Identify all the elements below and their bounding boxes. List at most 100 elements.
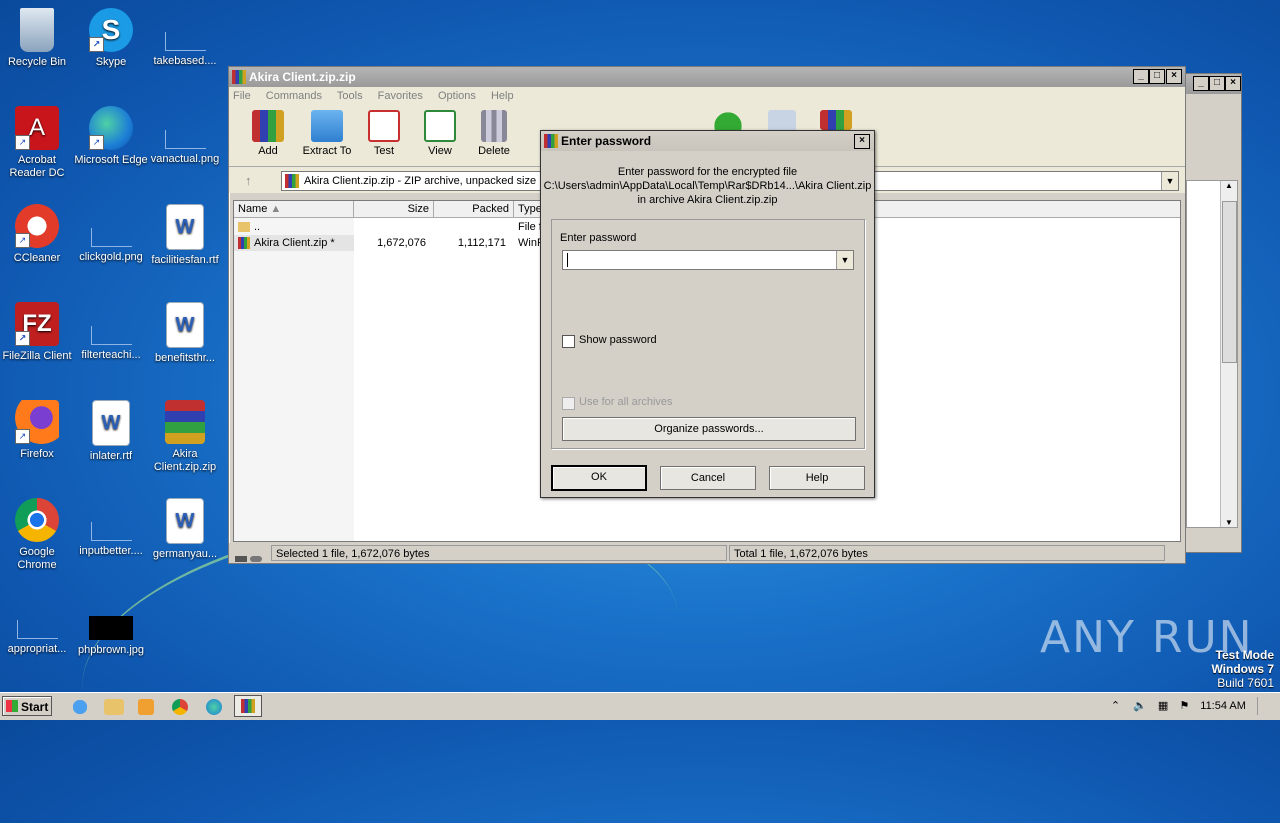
view-book-icon [424,110,456,142]
desktop-icon-label: phpbrown.jpg [77,644,145,656]
tray-expand-icon[interactable]: ⌃ [1111,700,1120,712]
desktop-icon-label: clickgold.png [79,251,143,263]
desktop-icon-facilitiesfan[interactable]: W facilitiesfan.rtf [148,204,222,267]
cancel-button[interactable]: Cancel [660,466,756,490]
winrar-archive-icon [165,400,205,444]
scroll-down-icon[interactable]: ▼ [1221,518,1237,527]
word-doc-icon: W [92,400,130,446]
drive-icon [235,549,265,562]
dialog-titlebar[interactable]: Enter password × [541,131,874,151]
dialog-message: Enter password for the encrypted file C:… [541,165,874,207]
organize-passwords-button[interactable]: Organize passwords... [562,417,856,441]
close-icon[interactable]: × [854,134,870,149]
chevron-down-icon[interactable]: ▼ [1161,172,1178,190]
row-size: 1,672,076 [377,237,426,249]
desktop-icon-vanactual[interactable]: vanactual.png [148,106,222,166]
message-path: C:\Users\admin\AppData\Local\Temp\Rar$DR… [543,180,872,192]
use-for-all-archives-checkbox[interactable] [562,397,575,410]
desktop-icon-edge[interactable]: ↗ Microsoft Edge [74,106,148,167]
system-tray: ⌃ 🔈 ▦ ⚑ 11:54 AM [1111,695,1280,717]
chrome-taskbar-icon[interactable] [172,699,188,715]
menu-favorites[interactable]: Favorites [378,90,423,102]
desktop-icon-label: Skype [95,56,127,68]
menu-file[interactable]: File [233,90,251,102]
winrar-taskbar-button[interactable] [234,695,262,717]
desktop-icon-akira-zip[interactable]: Akira Client.zip.zip [148,400,222,474]
add-button[interactable]: Add [237,110,299,157]
message-line: in archive Akira Client.zip.zip [637,194,778,206]
password-input[interactable]: ▼ [562,250,854,270]
view-button[interactable]: View [409,110,471,157]
desktop-icon-phpbrown[interactable]: phpbrown.jpg [74,596,148,657]
desktop-icon-filterteachi[interactable]: filterteachi... [74,302,148,362]
winrar-titlebar[interactable]: Akira Client.zip.zip _ □ × [229,67,1185,87]
delete-button[interactable]: Delete [463,110,525,157]
scroll-up-icon[interactable]: ▲ [1221,181,1237,190]
window-title: Akira Client.zip.zip [249,70,356,84]
show-desktop-button[interactable] [1257,697,1268,716]
status-bar: Selected 1 file, 1,672,076 bytes Total 1… [229,543,1185,563]
ok-button[interactable]: OK [551,465,647,491]
desktop-icon-skype[interactable]: S ↗ Skype [74,8,148,69]
desktop-icon-appropriat[interactable]: appropriat... [0,596,74,656]
desktop-icon-inputbetter[interactable]: inputbetter.... [74,498,148,558]
desktop-icon-takebased[interactable]: takebased.... [148,8,222,68]
clock-time[interactable]: 11:54 AM [1200,700,1246,712]
desktop-icon-chrome[interactable]: Google Chrome [0,498,74,572]
scrollbar[interactable]: ▲ ▼ [1220,181,1237,527]
up-arrow-icon[interactable]: ↑ [245,173,252,188]
show-password-checkbox[interactable] [562,335,575,348]
desktop-icon-firefox[interactable]: ↗ Firefox [0,400,74,461]
desktop-icon-clickgold[interactable]: clickgold.png [74,204,148,264]
close-icon[interactable]: × [1225,76,1241,91]
winrar-icon [544,134,558,148]
menu-help[interactable]: Help [491,90,514,102]
menu-tools[interactable]: Tools [337,90,363,102]
explorer-folder-icon[interactable] [104,699,124,715]
desktop-icon-recycle-bin[interactable]: Recycle Bin [0,8,74,69]
file-icon [164,130,206,149]
edge-taskbar-icon[interactable] [206,699,222,715]
col-size[interactable]: Size [354,201,434,217]
minimize-icon[interactable]: _ [1133,69,1149,84]
volume-icon[interactable]: 🔈 [1133,700,1147,712]
password-dialog[interactable]: Enter password × Enter password for the … [540,130,875,498]
minimize-icon[interactable]: _ [1193,76,1209,91]
flag-icon[interactable]: ⚑ [1179,700,1189,712]
recycle-bin-icon [20,8,54,52]
chevron-down-icon[interactable]: ▼ [836,251,853,269]
desktop-icon-inlater[interactable]: W inlater.rtf [74,400,148,463]
desktop-icon-filezilla[interactable]: FZ ↗ FileZilla Client [0,302,74,363]
scroll-thumb[interactable] [1222,201,1237,363]
close-icon[interactable]: × [1166,69,1182,84]
desktop-icon-acrobat[interactable]: A ↗ Acrobat Reader DC [0,106,74,180]
desktop-icon-label: CCleaner [13,252,61,264]
extract-to-button[interactable]: Extract To [296,110,358,157]
desktop-icon-label: germanyau... [152,548,218,560]
menu-commands[interactable]: Commands [266,90,322,102]
help-button[interactable]: Help [769,466,865,490]
desktop-icon-benefitsthr[interactable]: W benefitsthr... [148,302,222,365]
network-icon[interactable]: ▦ [1158,700,1168,712]
desktop-icon-ccleaner[interactable]: ↗ CCleaner [0,204,74,265]
media-player-icon[interactable] [138,699,154,715]
message-line: Enter password for the encrypted file [617,166,798,178]
col-packed[interactable]: Packed [434,201,514,217]
test-button[interactable]: Test [353,110,415,157]
background-window-list: ▲ ▼ [1186,180,1238,528]
maximize-icon[interactable]: □ [1209,76,1225,91]
desktop-icon-germanyau[interactable]: W germanyau... [148,498,222,561]
maximize-icon[interactable]: □ [1149,69,1165,84]
text-caret [567,253,568,267]
start-button[interactable]: Start [2,696,52,716]
extract-folder-icon [311,110,343,142]
winrar-icon [232,70,246,84]
view-label: View [428,145,452,157]
ie-icon[interactable] [70,697,90,717]
menu-options[interactable]: Options [438,90,476,102]
desktop-icon-label: Akira Client.zip.zip [153,448,217,473]
background-window-titlebar[interactable]: _ □ × [1179,74,1241,94]
desktop-icon-label: inputbetter.... [79,545,143,557]
firefox-icon: ↗ [15,400,59,444]
col-name[interactable]: Name ▲ [234,201,354,217]
